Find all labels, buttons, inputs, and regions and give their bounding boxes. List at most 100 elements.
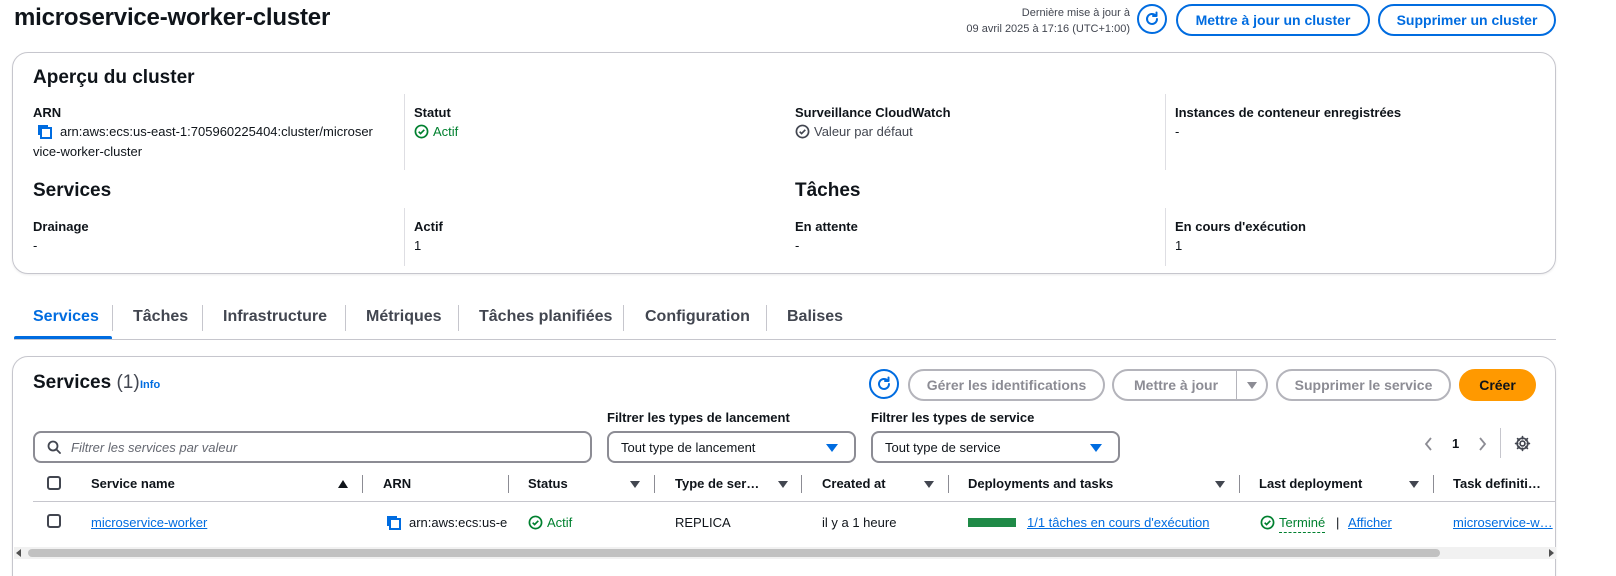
delete-service-button[interactable]: Supprimer le service	[1276, 369, 1451, 401]
deployments-link[interactable]: 1/1 tâches en cours d'exécution	[1027, 514, 1209, 532]
view-deployment-link[interactable]: Afficher	[1348, 514, 1392, 532]
page-title: microservice-worker-cluster	[14, 4, 331, 31]
select-all-checkbox[interactable]	[47, 476, 61, 490]
tab-divider	[458, 305, 459, 331]
horizontal-scrollbar[interactable]	[14, 547, 1556, 559]
service-type-select[interactable]: Tout type de service	[871, 431, 1120, 463]
launch-type-select[interactable]: Tout type de lancement	[607, 431, 856, 463]
tab-tags[interactable]: Balises	[787, 308, 843, 332]
divider	[404, 94, 405, 170]
created-at: il y a 1 heure	[822, 515, 897, 530]
tab-services[interactable]: Services	[33, 308, 99, 332]
sort-icon[interactable]	[778, 481, 788, 488]
task-definition-link[interactable]: microservice-w…	[1453, 514, 1553, 532]
sort-icon[interactable]	[630, 481, 640, 488]
tasks-summary-title: Tâches	[795, 180, 861, 201]
scrollbar-thumb[interactable]	[28, 549, 1440, 557]
column-header-status[interactable]: Status	[528, 476, 568, 491]
last-update-label: Dernière mise à jour à	[1021, 7, 1130, 19]
last-deployment-status[interactable]: Terminé	[1279, 514, 1326, 533]
create-service-button[interactable]: Créer	[1459, 369, 1536, 401]
copy-arn-icon[interactable]	[37, 124, 53, 143]
cloudwatch-label: Surveillance CloudWatch	[795, 105, 951, 120]
service-filter-label: Filtrer les types de service	[871, 410, 1035, 425]
divider	[1165, 94, 1166, 170]
last-update-info: Dernière mise à jour à 09 avril 2025 à 1…	[966, 5, 1130, 37]
cluster-arn-line1: arn:aws:ecs:us-east-1:705960225404:clust…	[60, 124, 373, 139]
sort-ascending-icon[interactable]	[338, 480, 348, 488]
tab-divider	[112, 305, 113, 331]
scroll-left-icon[interactable]	[16, 549, 21, 557]
column-divider[interactable]	[1433, 475, 1434, 493]
column-header-arn[interactable]: ARN	[383, 476, 411, 491]
running-label: En cours d'exécution	[1175, 219, 1306, 234]
update-service-button[interactable]: Mettre à jour	[1112, 369, 1268, 401]
gear-icon[interactable]	[1514, 435, 1531, 455]
next-page-icon[interactable]	[1477, 437, 1487, 454]
services-panel-title-text: Services	[33, 372, 112, 393]
column-divider[interactable]	[1239, 475, 1240, 493]
divider	[404, 208, 405, 266]
column-header-deployments[interactable]: Deployments and tasks	[968, 476, 1113, 491]
column-divider[interactable]	[508, 475, 509, 493]
instances-value: -	[1175, 124, 1180, 139]
caret-down-icon	[826, 444, 838, 452]
service-name-link[interactable]: microservice-worker	[91, 514, 207, 532]
search-input[interactable]: Filtrer les services par valeur	[33, 431, 592, 463]
column-divider[interactable]	[948, 475, 949, 493]
copy-arn-icon[interactable]	[386, 515, 402, 534]
tab-metrics[interactable]: Métriques	[366, 308, 442, 332]
services-refresh-button[interactable]	[869, 369, 899, 399]
delete-cluster-button[interactable]: Supprimer un cluster	[1378, 4, 1556, 36]
tab-configuration[interactable]: Configuration	[645, 308, 750, 332]
overview-title: Aperçu du cluster	[33, 67, 195, 88]
service-type-value: Tout type de service	[885, 439, 1001, 455]
scroll-right-icon[interactable]	[1549, 549, 1554, 557]
status-label: Statut	[414, 105, 451, 120]
running-value: 1	[1175, 238, 1183, 253]
column-header-service-name[interactable]: Service name	[91, 476, 175, 491]
prev-page-icon[interactable]	[1424, 437, 1434, 454]
column-header-last-deployment[interactable]: Last deployment	[1259, 476, 1362, 491]
cluster-arn-line2: vice-worker-cluster	[33, 144, 143, 159]
row-checkbox[interactable]	[47, 514, 61, 528]
refresh-icon	[878, 376, 890, 390]
tasks-progress-bar	[968, 518, 1016, 527]
column-divider[interactable]	[801, 475, 802, 493]
check-circle-icon	[1260, 515, 1275, 533]
column-header-created-at[interactable]: Created at	[822, 476, 886, 491]
refresh-button[interactable]	[1137, 4, 1167, 34]
launch-type-value: Tout type de lancement	[621, 439, 756, 455]
cloudwatch-value: Valeur par défaut	[814, 124, 913, 139]
services-count: (1)	[116, 372, 140, 393]
divider	[1500, 428, 1501, 458]
launch-filter-label: Filtrer les types de lancement	[607, 410, 790, 425]
manage-ids-button[interactable]: Gérer les identifications	[908, 369, 1105, 401]
cluster-status-value: Actif	[433, 124, 459, 139]
tab-tasks[interactable]: Tâches	[133, 308, 188, 332]
update-cluster-button[interactable]: Mettre à jour un cluster	[1176, 4, 1370, 36]
service-type: REPLICA	[675, 515, 731, 530]
chevron-down-icon[interactable]	[1237, 381, 1266, 389]
sort-icon[interactable]	[1409, 481, 1419, 488]
tab-scheduled-tasks[interactable]: Tâches planifiées	[479, 308, 612, 332]
pending-label: En attente	[795, 219, 858, 234]
tab-divider	[623, 305, 624, 331]
info-link[interactable]: Info	[140, 379, 160, 391]
sort-icon[interactable]	[924, 481, 934, 488]
column-header-service-type[interactable]: Type de ser…	[675, 476, 759, 491]
tab-infrastructure[interactable]: Infrastructure	[223, 308, 327, 332]
check-circle-icon	[795, 124, 810, 142]
refresh-icon	[1146, 11, 1158, 25]
tab-divider	[345, 305, 346, 331]
draining-value: -	[33, 238, 38, 253]
column-divider[interactable]	[654, 475, 655, 493]
cluster-overview-card	[12, 52, 1556, 274]
sort-icon[interactable]	[1215, 481, 1225, 488]
column-header-task-definition[interactable]: Task definiti…	[1453, 476, 1541, 491]
active-value: 1	[414, 238, 422, 253]
update-service-label: Mettre à jour	[1134, 377, 1219, 393]
page-number[interactable]: 1	[1452, 436, 1459, 451]
column-divider[interactable]	[362, 475, 363, 493]
arn-label: ARN	[33, 105, 62, 120]
